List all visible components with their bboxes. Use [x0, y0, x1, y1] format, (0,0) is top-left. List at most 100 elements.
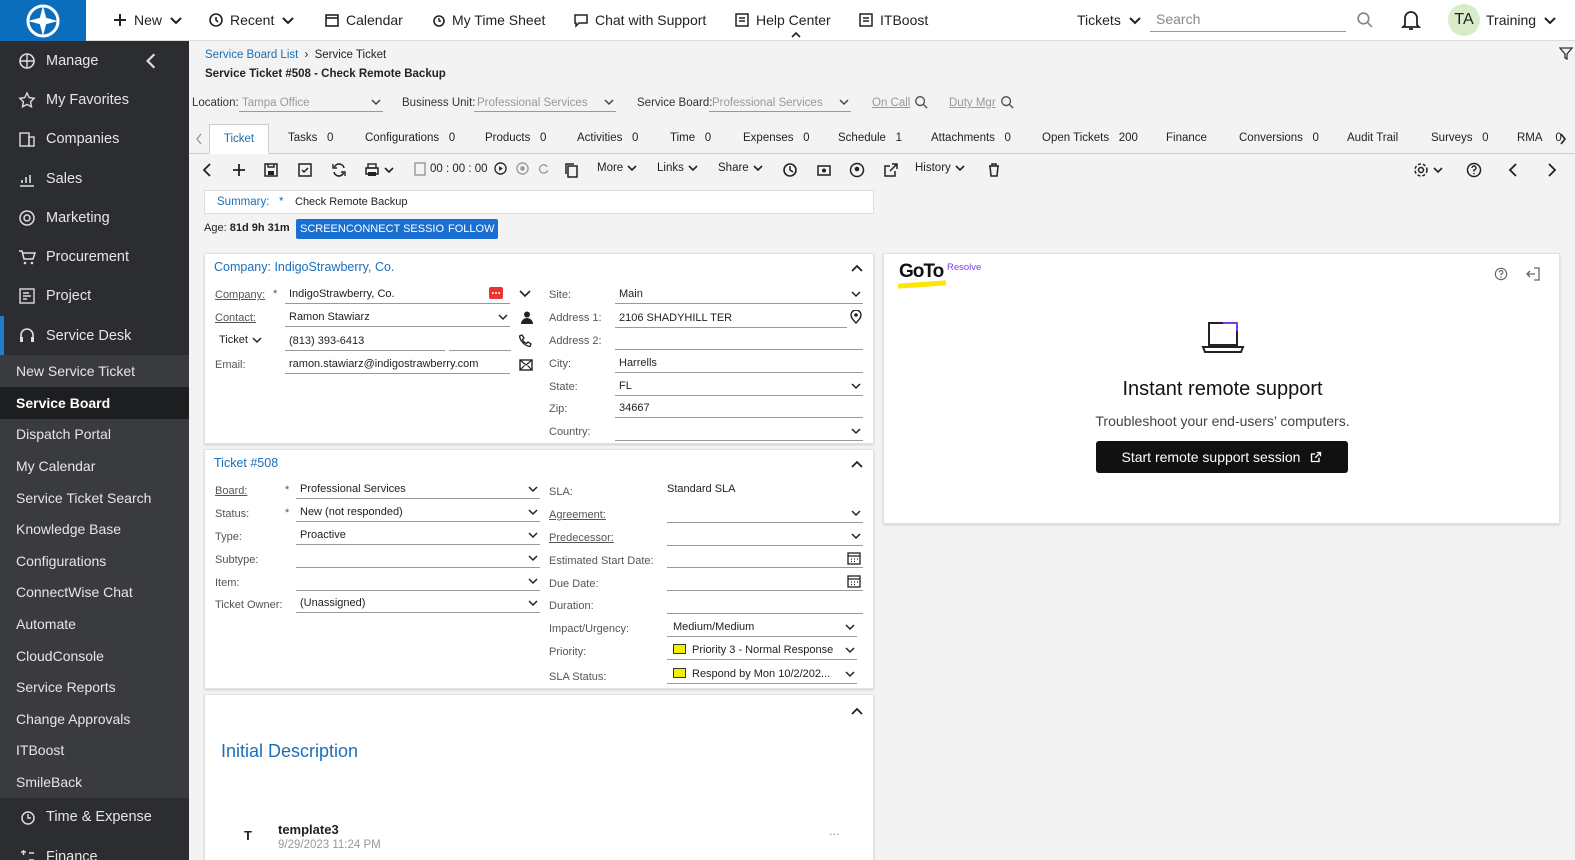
- sidebar-sub-knowledge-base[interactable]: Knowledge Base: [0, 513, 189, 545]
- sidebar-sub-dispatch-portal[interactable]: Dispatch Portal: [0, 418, 189, 451]
- calendar-link[interactable]: Calendar: [324, 0, 403, 40]
- sidebar-sub-new-service-ticket[interactable]: New Service Ticket: [0, 355, 189, 387]
- more-menu[interactable]: More: [597, 162, 637, 174]
- sidebar-sub-my-calendar[interactable]: My Calendar: [0, 450, 189, 482]
- sidebar-item-service-desk[interactable]: Service Desk: [0, 316, 189, 356]
- on-call-link[interactable]: On Call: [872, 97, 910, 109]
- impact-urgency-field[interactable]: Medium/Medium: [667, 619, 857, 637]
- screencast-button[interactable]: [816, 162, 832, 178]
- sidebar-item-finance[interactable]: Finance: [0, 837, 189, 860]
- business-unit-select[interactable]: Professional Services: [474, 94, 616, 112]
- sidebar-item-time-expense[interactable]: Time & Expense: [0, 798, 189, 837]
- sidebar-sub-itboost[interactable]: ITBoost: [0, 734, 189, 767]
- share-menu[interactable]: Share: [718, 162, 763, 174]
- chevron-up-icon[interactable]: [850, 263, 864, 273]
- next-record-button[interactable]: [1543, 162, 1559, 178]
- duty-mgr-link[interactable]: Duty Mgr: [949, 97, 996, 109]
- sidebar-manage[interactable]: Manage: [0, 41, 189, 80]
- calendar-icon[interactable]: [847, 551, 861, 565]
- open-external-button[interactable]: [883, 162, 899, 178]
- filter-icon[interactable]: [1559, 46, 1573, 60]
- sla-status-field[interactable]: Respond by Mon 10/2/202...: [667, 666, 857, 684]
- contact-field[interactable]: Ramon Stawiarz: [285, 309, 510, 327]
- tab-configurations[interactable]: Configurations 0: [365, 124, 455, 154]
- note-more-button[interactable]: ...: [829, 823, 840, 838]
- save-button[interactable]: [263, 162, 279, 178]
- calendar-icon[interactable]: [847, 574, 861, 588]
- sidebar-sub-connectwise-chat[interactable]: ConnectWise Chat: [0, 576, 189, 609]
- sidebar-item-companies[interactable]: Companies: [0, 120, 189, 159]
- add-button[interactable]: [231, 162, 247, 178]
- search-input[interactable]: Search: [1150, 8, 1346, 32]
- breadcrumb-link[interactable]: Service Board List: [205, 49, 298, 61]
- sidebar-sub-automate[interactable]: Automate: [0, 608, 189, 640]
- tab-conversions[interactable]: Conversions 0: [1239, 124, 1319, 154]
- status-field[interactable]: New (not responded): [296, 504, 540, 522]
- sidebar-sub-configurations[interactable]: Configurations: [0, 544, 189, 577]
- address1-field[interactable]: 2106 SHADYHILL TER: [615, 310, 847, 328]
- chevron-up-icon[interactable]: [850, 706, 864, 716]
- phone-icon[interactable]: [519, 334, 532, 347]
- tab-audit-trail[interactable]: Audit Trail: [1347, 124, 1398, 154]
- itboost-link[interactable]: ITBoost: [858, 0, 928, 40]
- phone-type-select[interactable]: Ticket: [219, 334, 262, 346]
- tab-expenses[interactable]: Expenses 0: [743, 124, 810, 154]
- duration-field[interactable]: [667, 596, 863, 614]
- copy-button[interactable]: [563, 162, 579, 178]
- search-icon[interactable]: [1356, 11, 1373, 28]
- tab-attachments[interactable]: Attachments 0: [931, 124, 1011, 154]
- sidebar-item-procurement[interactable]: Procurement: [0, 237, 189, 276]
- priority-field[interactable]: Priority 3 - Normal Response: [667, 642, 857, 660]
- delete-button[interactable]: [986, 162, 1002, 178]
- sidebar-sub-change-approvals[interactable]: Change Approvals: [0, 702, 189, 735]
- contact-button[interactable]: [849, 162, 865, 178]
- sidebar-sub-cloudconsole[interactable]: CloudConsole: [0, 639, 189, 672]
- clock-button[interactable]: [782, 162, 798, 178]
- tab-ticket[interactable]: Ticket: [209, 124, 269, 154]
- save-close-button[interactable]: [297, 162, 313, 178]
- refresh-button[interactable]: [331, 162, 347, 178]
- tab-tasks[interactable]: Tasks 0: [288, 124, 333, 154]
- start-remote-session-button[interactable]: Start remote support session: [1096, 441, 1348, 473]
- tab-products[interactable]: Products 0: [485, 124, 546, 154]
- links-menu[interactable]: Links: [657, 162, 698, 174]
- sidebar-sub-service-board[interactable]: Service Board: [0, 386, 189, 419]
- country-field[interactable]: [615, 423, 863, 441]
- item-field[interactable]: [296, 573, 540, 591]
- est-start-field[interactable]: [667, 550, 863, 568]
- chevron-down-icon[interactable]: [519, 289, 531, 298]
- ticket-owner-field[interactable]: (Unassigned): [296, 595, 540, 613]
- screenconnect-button[interactable]: SCREENCONNECT SESSION: [296, 219, 456, 239]
- type-field[interactable]: Proactive: [296, 527, 540, 545]
- chevron-up-icon[interactable]: [850, 459, 864, 469]
- company-status-icon[interactable]: [489, 287, 503, 299]
- board-field[interactable]: Professional Services: [296, 481, 540, 499]
- address2-field[interactable]: [615, 332, 863, 350]
- sidebar-sub-service-reports[interactable]: Service Reports: [0, 671, 189, 703]
- envelope-icon[interactable]: [519, 359, 533, 371]
- help-icon[interactable]: [1494, 267, 1508, 281]
- tab-schedule[interactable]: Schedule 1: [838, 124, 902, 154]
- app-logo[interactable]: [0, 0, 86, 41]
- back-button[interactable]: [200, 162, 216, 178]
- tab-activities[interactable]: Activities 0: [577, 124, 638, 154]
- person-icon[interactable]: [521, 311, 533, 324]
- tab-surveys[interactable]: Surveys 0: [1431, 124, 1489, 154]
- due-date-field[interactable]: [667, 573, 863, 591]
- site-field[interactable]: Main: [615, 286, 863, 304]
- help-center-link[interactable]: Help Center: [734, 0, 831, 40]
- timer-reset-button[interactable]: [537, 162, 550, 175]
- chat-support-link[interactable]: Chat with Support: [573, 0, 706, 40]
- sidebar-item-sales[interactable]: Sales: [0, 159, 189, 198]
- new-menu[interactable]: New: [112, 0, 184, 40]
- location-select[interactable]: Tampa Office: [239, 94, 383, 112]
- tab-time[interactable]: Time 0: [670, 124, 711, 154]
- predecessor-field[interactable]: [667, 528, 863, 546]
- tab-finance[interactable]: Finance: [1166, 124, 1207, 154]
- tab-rma[interactable]: RMA 0: [1517, 124, 1562, 154]
- follow-button[interactable]: FOLLOW: [444, 219, 499, 239]
- email-field[interactable]: ramon.stawiarz@indigostrawberry.com: [285, 356, 510, 374]
- phone-ext-field[interactable]: [449, 333, 511, 351]
- sidebar-item-project[interactable]: Project: [0, 277, 189, 316]
- timer-play-button[interactable]: [494, 162, 507, 175]
